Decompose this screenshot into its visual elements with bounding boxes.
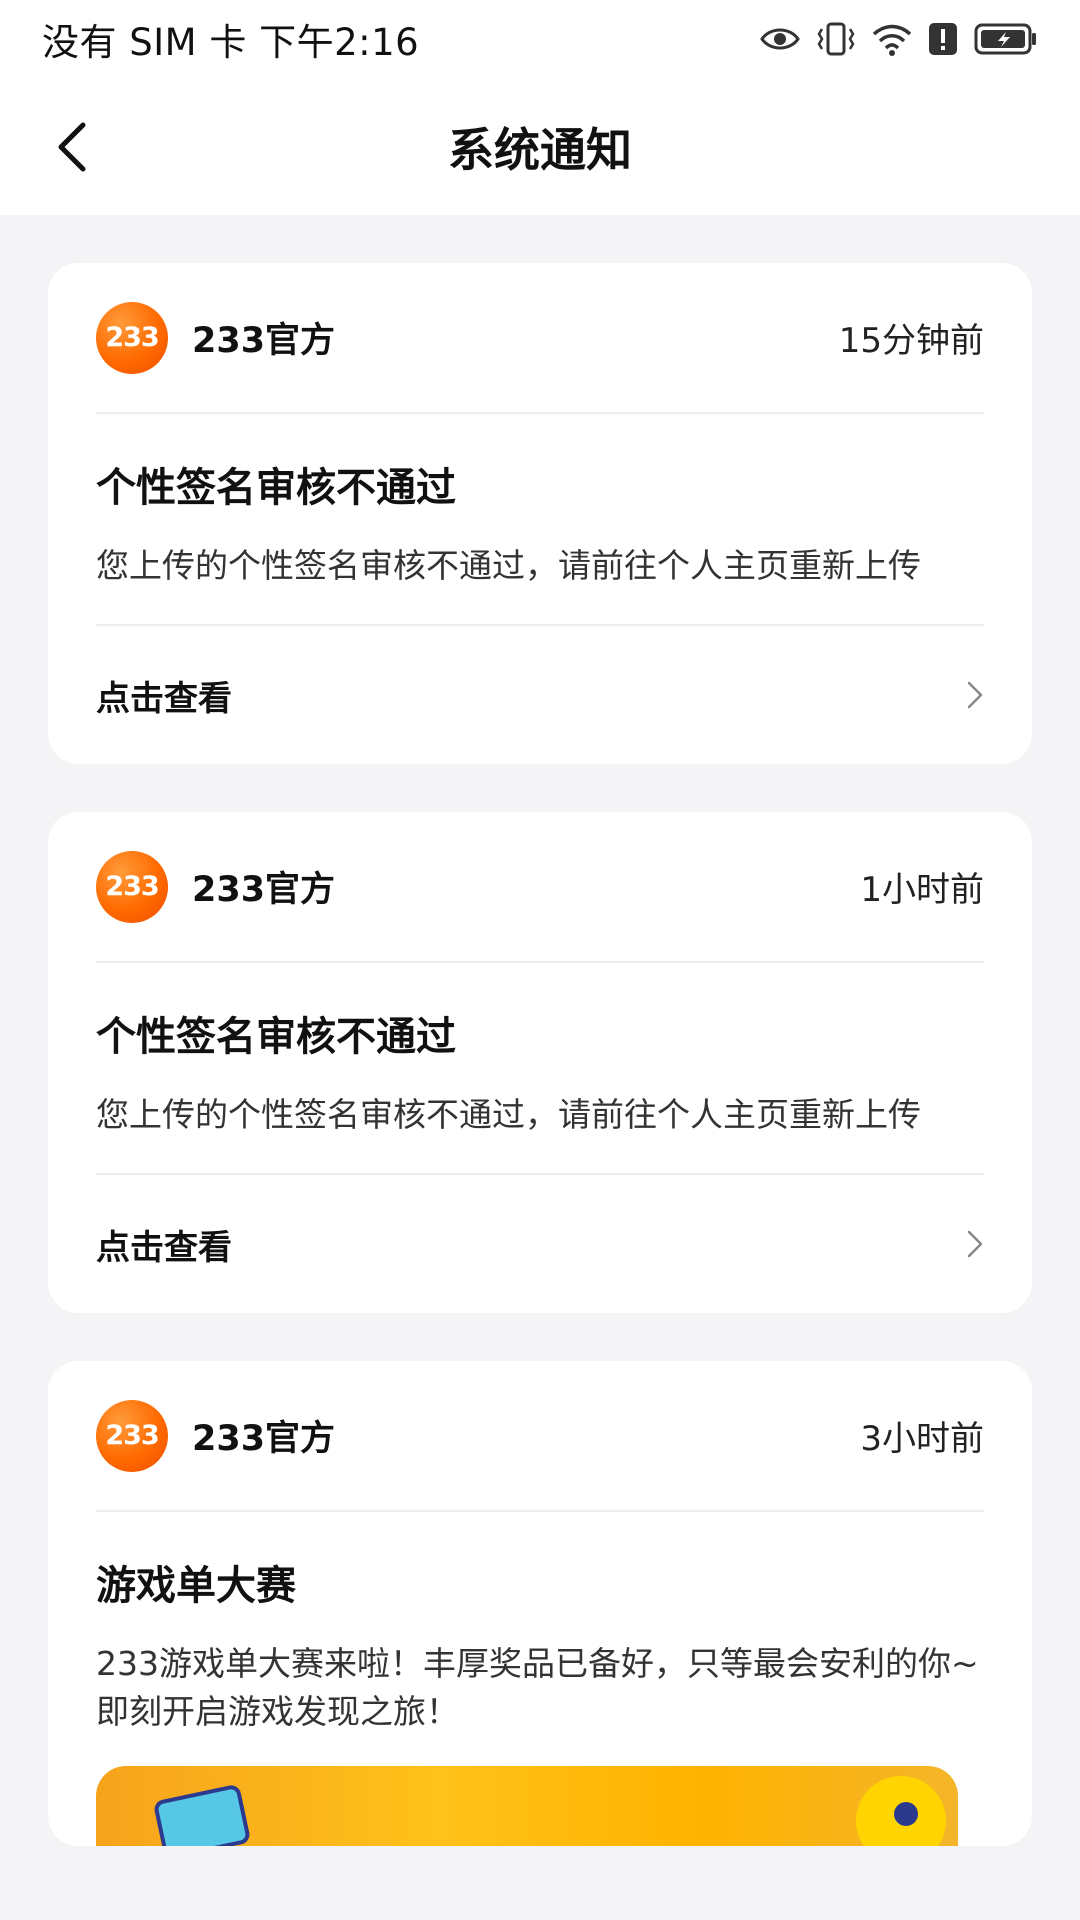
status-carrier-time: 没有 SIM 卡 下午2:16 <box>42 21 420 64</box>
sender: 233 233官方 <box>96 850 336 923</box>
view-details-label: 点击查看 <box>96 1227 232 1268</box>
eye-icon <box>760 28 800 50</box>
card-body: 游戏单大赛 233游戏单大赛来啦！丰厚奖品已备好，只等最会安利的你~即刻开启游戏… <box>96 1512 984 1766</box>
view-details-button[interactable]: 点击查看 <box>96 1175 984 1313</box>
back-button[interactable] <box>42 114 102 180</box>
message-title: 个性签名审核不通过 <box>96 1014 456 1060</box>
chevron-right-icon <box>967 681 983 709</box>
sender: 233 233官方 <box>96 1399 336 1472</box>
card-header: 233 233官方 15分钟前 <box>96 263 984 414</box>
avatar[interactable]: 233 <box>96 301 168 374</box>
wifi-icon <box>872 24 912 56</box>
timestamp: 3小时前 <box>860 1419 984 1459</box>
view-details-label: 点击查看 <box>96 678 232 719</box>
card-header: 233 233官方 1小时前 <box>96 812 984 963</box>
mascot-eye <box>894 1802 918 1826</box>
avatar[interactable]: 233 <box>96 1399 168 1472</box>
notification-card: 233 233官方 3小时前 游戏单大赛 233游戏单大赛来啦！丰厚奖品已备好，… <box>48 1361 1032 1846</box>
chevron-right-icon <box>967 1230 983 1258</box>
timestamp: 1小时前 <box>860 870 984 910</box>
vibrate-icon <box>817 22 855 56</box>
card-header: 233 233官方 3小时前 <box>96 1361 984 1512</box>
battery-charging-icon <box>974 23 1036 55</box>
message-content: 您上传的个性签名审核不通过，请前往个人主页重新上传 <box>96 546 921 585</box>
avatar[interactable]: 233 <box>96 850 168 923</box>
notification-card: 233 233官方 1小时前 个性签名审核不通过 您上传的个性签名审核不通过，请… <box>48 812 1032 1313</box>
timestamp: 15分钟前 <box>838 321 984 361</box>
sender-name: 233官方 <box>192 1419 336 1459</box>
status-bar: 没有 SIM 卡 下午2:16 <box>0 0 1080 78</box>
alert-icon <box>929 23 957 55</box>
game-console-illustration <box>152 1783 252 1846</box>
card-body: 个性签名审核不通过 您上传的个性签名审核不通过，请前往个人主页重新上传 <box>96 963 984 1175</box>
view-details-button[interactable]: 点击查看 <box>96 626 984 764</box>
sender-name: 233官方 <box>192 870 336 910</box>
event-banner-image[interactable] <box>96 1766 958 1846</box>
notification-list: 233 233官方 15分钟前 个性签名审核不通过 您上传的个性签名审核不通过，… <box>48 263 1032 1894</box>
sender-name: 233官方 <box>192 321 336 361</box>
message-title: 游戏单大赛 <box>96 1563 296 1609</box>
card-body: 个性签名审核不通过 您上传的个性签名审核不通过，请前往个人主页重新上传 <box>96 414 984 626</box>
notification-card: 233 233官方 15分钟前 个性签名审核不通过 您上传的个性签名审核不通过，… <box>48 263 1032 764</box>
page-title: 系统通知 <box>448 122 632 177</box>
status-icons <box>760 21 1038 57</box>
chevron-left-icon <box>58 122 86 172</box>
nav-bar: 系统通知 <box>0 78 1080 215</box>
sender: 233 233官方 <box>96 301 336 374</box>
message-content: 您上传的个性签名审核不通过，请前往个人主页重新上传 <box>96 1095 921 1134</box>
message-title: 个性签名审核不通过 <box>96 465 456 511</box>
message-content: 233游戏单大赛来啦！丰厚奖品已备好，只等最会安利的你~即刻开启游戏发现之旅！ <box>96 1644 979 1731</box>
